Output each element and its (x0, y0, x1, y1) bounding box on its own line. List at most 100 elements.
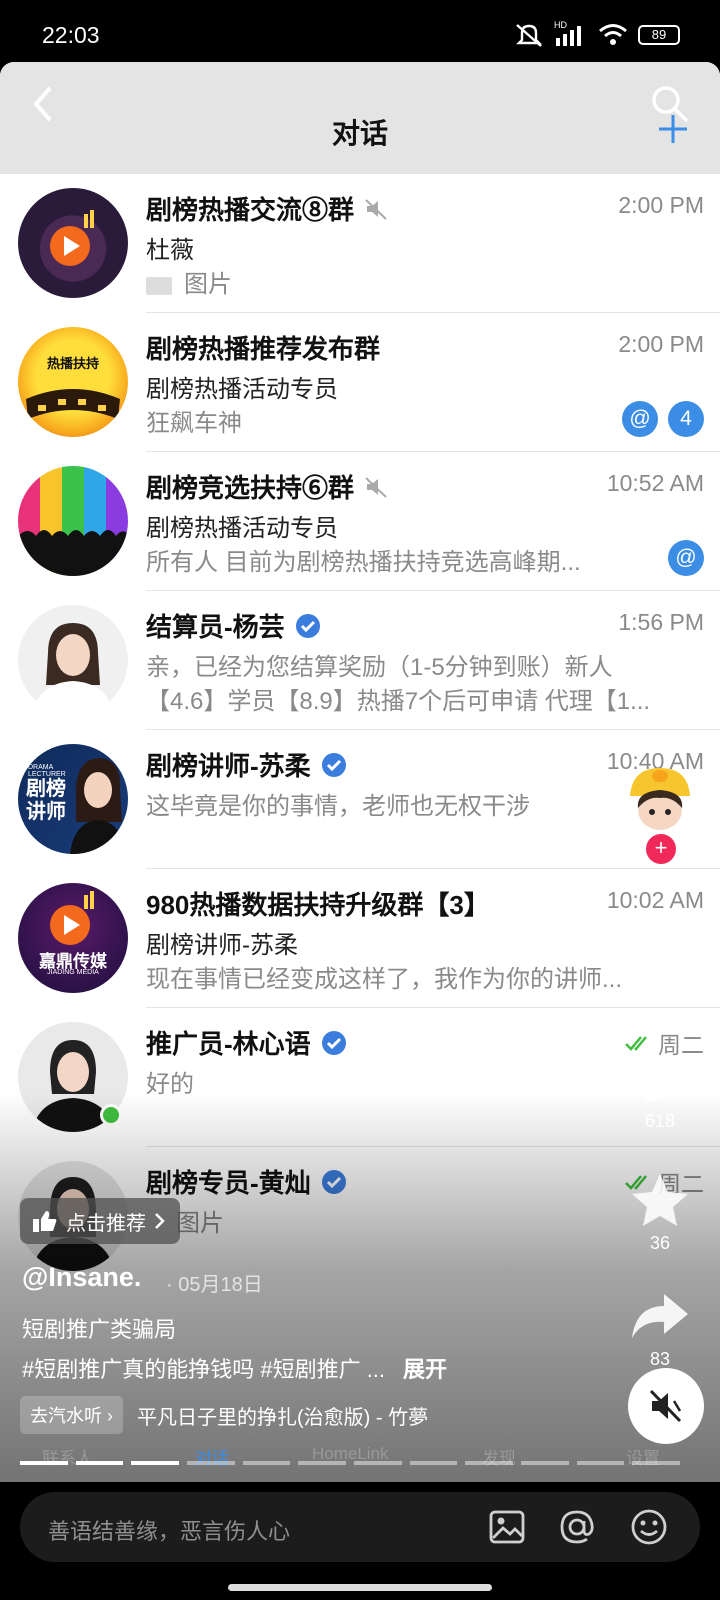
online-indicator (100, 1104, 122, 1126)
chat-name: 剧榜讲师-苏柔 (146, 746, 347, 783)
verified-icon (321, 1030, 346, 1055)
music-title: 平凡日子里的挣扎(治愈版) - 竹夢 (137, 1406, 429, 1429)
wifi-icon (599, 24, 627, 45)
share-icon (632, 1294, 688, 1338)
comment-placeholder: 善语结善缘，恶言伤人心 (48, 1519, 291, 1544)
chat-row[interactable]: 结算员-杨芸 1:56 PM 亲，已经为您结算奖励（1-5分钟到账）新人 【4.… (0, 591, 720, 730)
mute-toggle-button[interactable] (628, 1368, 704, 1444)
progress-segment (242, 1461, 291, 1465)
chat-row[interactable]: 推广员-林心语 周二 好的 (0, 1008, 720, 1147)
chat-name: 剧榜热播交流⑧群 (146, 190, 388, 227)
chat-preview: 图片 (146, 264, 232, 299)
creator-avatar-icon (630, 768, 690, 830)
comment-input[interactable]: 善语结善缘，恶言伤人心 (20, 1492, 700, 1562)
progress-segment (409, 1461, 458, 1465)
chat-name: 结算员-杨芸 (146, 607, 321, 644)
chat-time: 10:52 AM (606, 470, 704, 496)
chat-preview-cont: 【4.6】学员【8.9】热播7个后可申请 代理【1... (146, 688, 651, 715)
unread-count-badge: 4 (668, 401, 704, 437)
recommend-button[interactable]: 点击推荐 (20, 1198, 180, 1244)
mention-badge: @ (668, 540, 704, 576)
progress-segment (521, 1461, 569, 1465)
progress-segments (20, 1461, 681, 1465)
chat-time: 1:56 PM (618, 609, 704, 635)
favorite-button[interactable]: 36 (620, 1172, 700, 1254)
open-music-app-chip[interactable]: 去汽水听 › (20, 1396, 123, 1434)
user-avatar: DRAMA LECTURER 剧榜讲师 (18, 744, 128, 854)
read-check-icon (625, 1036, 647, 1051)
chat-sender: 剧榜热播活动专员 (146, 515, 338, 542)
author-name[interactable]: @Insane. (22, 1262, 141, 1293)
chat-row[interactable]: 剧榜竞选扶持⑥群 10:52 AM 剧榜热播活动专员 所有人 目前为剧榜热播扶持… (0, 452, 720, 591)
chat-sender: 剧榜热播活动专员 (146, 376, 338, 403)
favorite-count: 36 (649, 1233, 671, 1253)
music-bar[interactable]: 去汽水听 › 平凡日子里的挣扎(治愈版) - 竹夢 (20, 1396, 428, 1434)
tab-settings: 设置 (626, 1449, 660, 1468)
post-date: · 05月18日 (166, 1274, 263, 1296)
avatar-sub-text: JIADING MEDIA (47, 969, 99, 976)
comment-bar: 善语结善缘，恶言伤人心 (0, 1482, 720, 1600)
chat-row[interactable]: DRAMA LECTURER 剧榜讲师 剧榜讲师-苏柔 10:40 AM 这毕竟… (0, 730, 720, 869)
chat-app-header: 对话 (0, 62, 720, 174)
home-indicator[interactable] (228, 1584, 492, 1591)
progress-segment (354, 1461, 402, 1465)
progress-segment (632, 1461, 681, 1465)
mute-bell-icon (516, 24, 542, 47)
user-avatar (18, 605, 128, 715)
chat-preview: 图片 (176, 1210, 224, 1237)
chat-time: 2:00 PM (618, 192, 704, 218)
group-avatar (18, 466, 128, 576)
chat-preview: 现在事情已经变成这样了，我作为你的讲师... (146, 966, 623, 993)
progress-segment (465, 1461, 514, 1465)
chat-preview: 所有人 目前为剧榜热播扶持竞选高峰期... (146, 549, 581, 576)
follow-plus-icon[interactable]: + (646, 834, 676, 864)
star-icon (632, 1174, 688, 1226)
comment-count: 618 (644, 1111, 676, 1131)
thumbs-up-icon (33, 1211, 57, 1232)
tab-contacts: 联系人 (42, 1449, 93, 1468)
add-chat-icon[interactable] (658, 114, 688, 144)
progress-segment (75, 1461, 124, 1465)
chat-list: 剧榜热播交流⑧群 2:00 PM 杜薇 图片 热播扶持 剧榜热播推荐发布群 2:… (0, 174, 720, 1286)
like-button[interactable]: 159 (620, 932, 700, 1012)
chat-row[interactable]: 嘉鼎传媒 JIADING MEDIA 980热播数据扶持升级群【3】 10:02… (0, 869, 720, 1008)
progress-segment (131, 1461, 180, 1465)
signal-icon: HD (554, 20, 588, 48)
progress-segment (20, 1461, 68, 1465)
group-avatar: 嘉鼎传媒 JIADING MEDIA (18, 883, 128, 993)
status-bar: 22:03 HD 89 (0, 0, 720, 62)
chat-row[interactable]: 剧榜热播交流⑧群 2:00 PM 杜薇 图片 (0, 174, 720, 313)
chevron-right-icon (155, 1213, 165, 1229)
chat-name: 剧榜热播推荐发布群 (146, 334, 381, 364)
chat-preview: 亲，已经为您结算奖励（1-5分钟到账）新人 (146, 654, 613, 681)
comment-button[interactable]: 618 (620, 1052, 700, 1132)
image-icon[interactable] (488, 1508, 526, 1546)
comment-icon (634, 1056, 686, 1104)
verified-icon (321, 752, 346, 777)
group-avatar (18, 188, 128, 298)
mention-badge: @ (622, 401, 658, 437)
expand-button[interactable]: 展开 (403, 1357, 447, 1382)
status-time: 22:03 (42, 22, 100, 48)
verified-icon (295, 613, 320, 638)
chat-sender: 剧榜讲师-苏柔 (146, 932, 298, 959)
creator-avatar-button[interactable]: + (620, 762, 700, 864)
emoji-icon[interactable] (630, 1508, 668, 1546)
speaker-muted-icon (649, 1389, 682, 1423)
heart-icon (633, 937, 687, 982)
mention-icon[interactable] (558, 1508, 596, 1546)
muted-icon (365, 476, 387, 498)
chat-name: 剧榜专员-黄灿 (146, 1163, 347, 1200)
share-button[interactable]: 83 (620, 1290, 700, 1370)
video-hashtags: #短剧推广真的能挣钱吗 #短剧推广 ... 展开 (22, 1357, 448, 1382)
page-title: 对话 (331, 118, 388, 149)
battery-icon: 89 (638, 25, 680, 45)
video-frame[interactable]: 对话 剧榜热播交流⑧群 2:00 PM 杜薇 图片 热播扶持 剧榜热播推荐发布群… (0, 62, 720, 1482)
group-avatar: 热播扶持 (18, 327, 128, 437)
chat-preview: 狂飙车神 (146, 410, 242, 437)
chat-sender: 杜薇 (146, 237, 194, 264)
progress-segment (576, 1461, 625, 1465)
share-count: 83 (649, 1349, 671, 1369)
chat-row[interactable]: 热播扶持 剧榜热播推荐发布群 2:00 PM 剧榜热播活动专员 狂飙车神 @ 4 (0, 313, 720, 452)
like-count: 159 (644, 991, 676, 1011)
